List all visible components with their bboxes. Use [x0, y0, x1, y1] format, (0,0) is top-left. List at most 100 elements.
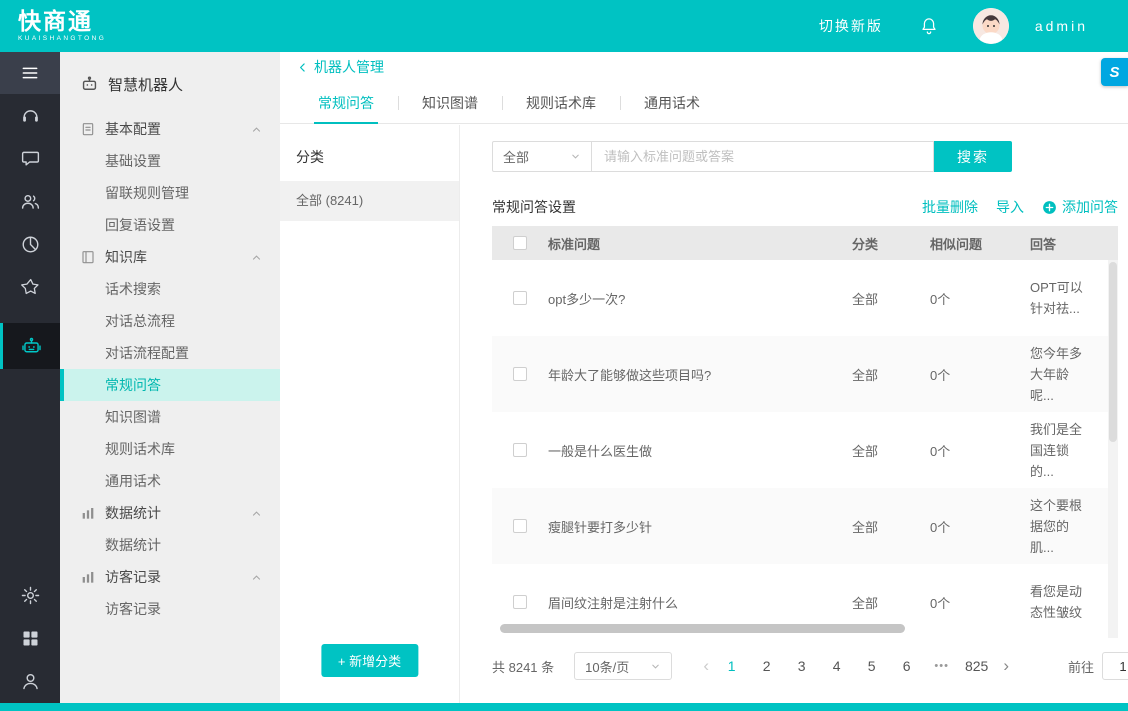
tab-rule-script-lib[interactable]: 规则话术库	[502, 82, 620, 123]
vertical-scrollbar-track	[1108, 260, 1118, 638]
breadcrumb[interactable]: 机器人管理	[280, 52, 1128, 82]
sidebar-item-basic-settings[interactable]: 基础设置	[60, 145, 280, 177]
cell-similar: 0个	[930, 441, 1030, 460]
page-size-select[interactable]: 10条/页	[574, 652, 672, 680]
page-ellipsis[interactable]: •••	[928, 660, 955, 672]
menu-icon[interactable]	[0, 52, 60, 94]
top-bar: 快商通 KUAISHANGTONG 切换新版 admin	[0, 0, 1128, 52]
sidebar-item-script-search[interactable]: 话术搜索	[60, 273, 280, 305]
username: admin	[1035, 18, 1088, 34]
gear-icon[interactable]	[0, 574, 60, 617]
section-title: 常规问答设置	[492, 197, 576, 217]
sidebar-item-general-scripts[interactable]: 通用话术	[60, 465, 280, 497]
sidebar-group-knowledge-base[interactable]: 知识库	[60, 241, 280, 273]
goto-label: 前往	[1068, 657, 1094, 676]
page-number-1[interactable]: 1	[718, 658, 745, 674]
section-actions: 批量删除 导入 添加问答	[922, 197, 1118, 217]
contacts-icon[interactable]	[0, 180, 60, 223]
batch-delete-link[interactable]: 批量删除	[922, 197, 978, 217]
prev-page-button[interactable]: ‹	[698, 656, 714, 676]
cell-similar: 0个	[930, 517, 1030, 536]
category-panel: 分类 全部 (8241) + 新增分类	[280, 125, 460, 703]
cell-answer: 您今年多大年龄呢...	[1030, 343, 1118, 406]
table-row: 年龄大了能够做这些项目吗? 全部 0个 您今年多大年龄呢...	[492, 336, 1118, 412]
page-number-2[interactable]: 2	[753, 658, 780, 674]
tab-regular-qa[interactable]: 常规问答	[294, 82, 398, 123]
chevron-down-icon	[650, 661, 661, 672]
cell-similar: 0个	[930, 365, 1030, 384]
chat-bubble-icon[interactable]	[0, 137, 60, 180]
search-button[interactable]: 搜索	[934, 141, 1012, 172]
group-label: 数据统计	[105, 503, 251, 523]
vertical-scrollbar-thumb[interactable]	[1109, 262, 1117, 442]
row-checkbox[interactable]	[513, 443, 527, 457]
cell-answer: 看您是动态性皱纹	[1030, 581, 1118, 623]
page-number-6[interactable]: 6	[893, 658, 920, 674]
plus-circle-icon	[1042, 200, 1057, 215]
user-icon[interactable]	[0, 660, 60, 703]
row-checkbox-cell	[492, 595, 548, 609]
sidebar-menu: 基本配置 基础设置 留联规则管理 回复语设置 知识库 话术搜索 对话总流程 对话…	[60, 113, 280, 625]
page-number-4[interactable]: 4	[823, 658, 850, 674]
tab-knowledge-graph[interactable]: 知识图谱	[398, 82, 502, 123]
sidebar-item-reply-settings[interactable]: 回复语设置	[60, 209, 280, 241]
apps-icon[interactable]	[0, 617, 60, 660]
qa-table: 标准问题 分类 相似问题 回答 opt多少一次? 全部 0个 OPT可以针对祛.…	[492, 226, 1118, 638]
select-all-checkbox[interactable]	[513, 236, 527, 250]
row-checkbox[interactable]	[513, 595, 527, 609]
add-category-button[interactable]: + 新增分类	[321, 644, 418, 677]
sidebar-item-data-statistics[interactable]: 数据统计	[60, 529, 280, 561]
cell-category: 全部	[852, 441, 930, 460]
next-page-button[interactable]: ›	[998, 656, 1014, 676]
goto-page-input[interactable]	[1102, 652, 1128, 680]
cell-category: 全部	[852, 593, 930, 612]
avatar[interactable]	[973, 8, 1009, 44]
add-qa-button[interactable]: 添加问答	[1042, 197, 1118, 217]
row-checkbox[interactable]	[513, 291, 527, 305]
table-row: 一般是什么医生做 全部 0个 我们是全国连锁的...	[492, 412, 1118, 488]
table-header-row: 标准问题 分类 相似问题 回答	[492, 226, 1118, 260]
tab-general-scripts[interactable]: 通用话术	[620, 82, 724, 123]
sidebar-item-contact-rules[interactable]: 留联规则管理	[60, 177, 280, 209]
sidebar-item-dialog-flow[interactable]: 对话总流程	[60, 305, 280, 337]
cell-question: 眉间纹注射是注射什么	[548, 593, 852, 612]
qa-panel: 全部 搜索 常规问答设置 批量删除 导入 添加问答	[460, 125, 1128, 703]
sidebar-item-regular-qa[interactable]: 常规问答	[60, 369, 280, 401]
header-answer: 回答	[1030, 234, 1118, 253]
search-input[interactable]	[592, 141, 934, 172]
star-icon[interactable]	[0, 266, 60, 309]
sidebar-item-knowledge-graph[interactable]: 知识图谱	[60, 401, 280, 433]
bell-icon[interactable]	[919, 16, 939, 36]
sidebar-item-visitor-records[interactable]: 访客记录	[60, 593, 280, 625]
category-filter-select[interactable]: 全部	[492, 141, 592, 172]
row-checkbox[interactable]	[513, 519, 527, 533]
pie-chart-icon[interactable]	[0, 223, 60, 266]
switch-version-link[interactable]: 切换新版	[819, 16, 883, 36]
headset-icon[interactable]	[0, 94, 60, 137]
import-link[interactable]: 导入	[996, 197, 1024, 217]
row-checkbox-cell	[492, 291, 548, 305]
sidebar-group-data-statistics[interactable]: 数据统计	[60, 497, 280, 529]
answer-text: 这个要根据您的肌...	[1030, 495, 1086, 558]
cell-similar: 0个	[930, 593, 1030, 612]
horizontal-scrollbar-thumb[interactable]	[500, 624, 905, 633]
book-icon	[80, 249, 96, 265]
page-number-5[interactable]: 5	[858, 658, 885, 674]
floating-widget-button[interactable]: S	[1101, 58, 1128, 86]
sidebar-item-dialog-flow-config[interactable]: 对话流程配置	[60, 337, 280, 369]
breadcrumb-label: 机器人管理	[314, 57, 384, 77]
main-content: 机器人管理 常规问答 知识图谱 规则话术库 通用话术 分类 全部 (8241) …	[280, 52, 1128, 703]
page-number-825[interactable]: 825	[963, 658, 990, 674]
sidebar-group-basic-config[interactable]: 基本配置	[60, 113, 280, 145]
module-sidebar: 智慧机器人 基本配置 基础设置 留联规则管理 回复语设置 知识库 话术搜索 对话…	[60, 52, 280, 703]
sidebar-group-visitor-records[interactable]: 访客记录	[60, 561, 280, 593]
page-number-3[interactable]: 3	[788, 658, 815, 674]
category-item-all[interactable]: 全部 (8241)	[280, 181, 459, 221]
answer-text: 我们是全国连锁的...	[1030, 419, 1086, 482]
sidebar-item-rule-script-lib[interactable]: 规则话术库	[60, 433, 280, 465]
robot-icon[interactable]	[0, 323, 60, 369]
category-title: 分类	[280, 125, 459, 181]
row-checkbox[interactable]	[513, 367, 527, 381]
bottom-accent-bar	[0, 703, 1128, 711]
cell-category: 全部	[852, 289, 930, 308]
